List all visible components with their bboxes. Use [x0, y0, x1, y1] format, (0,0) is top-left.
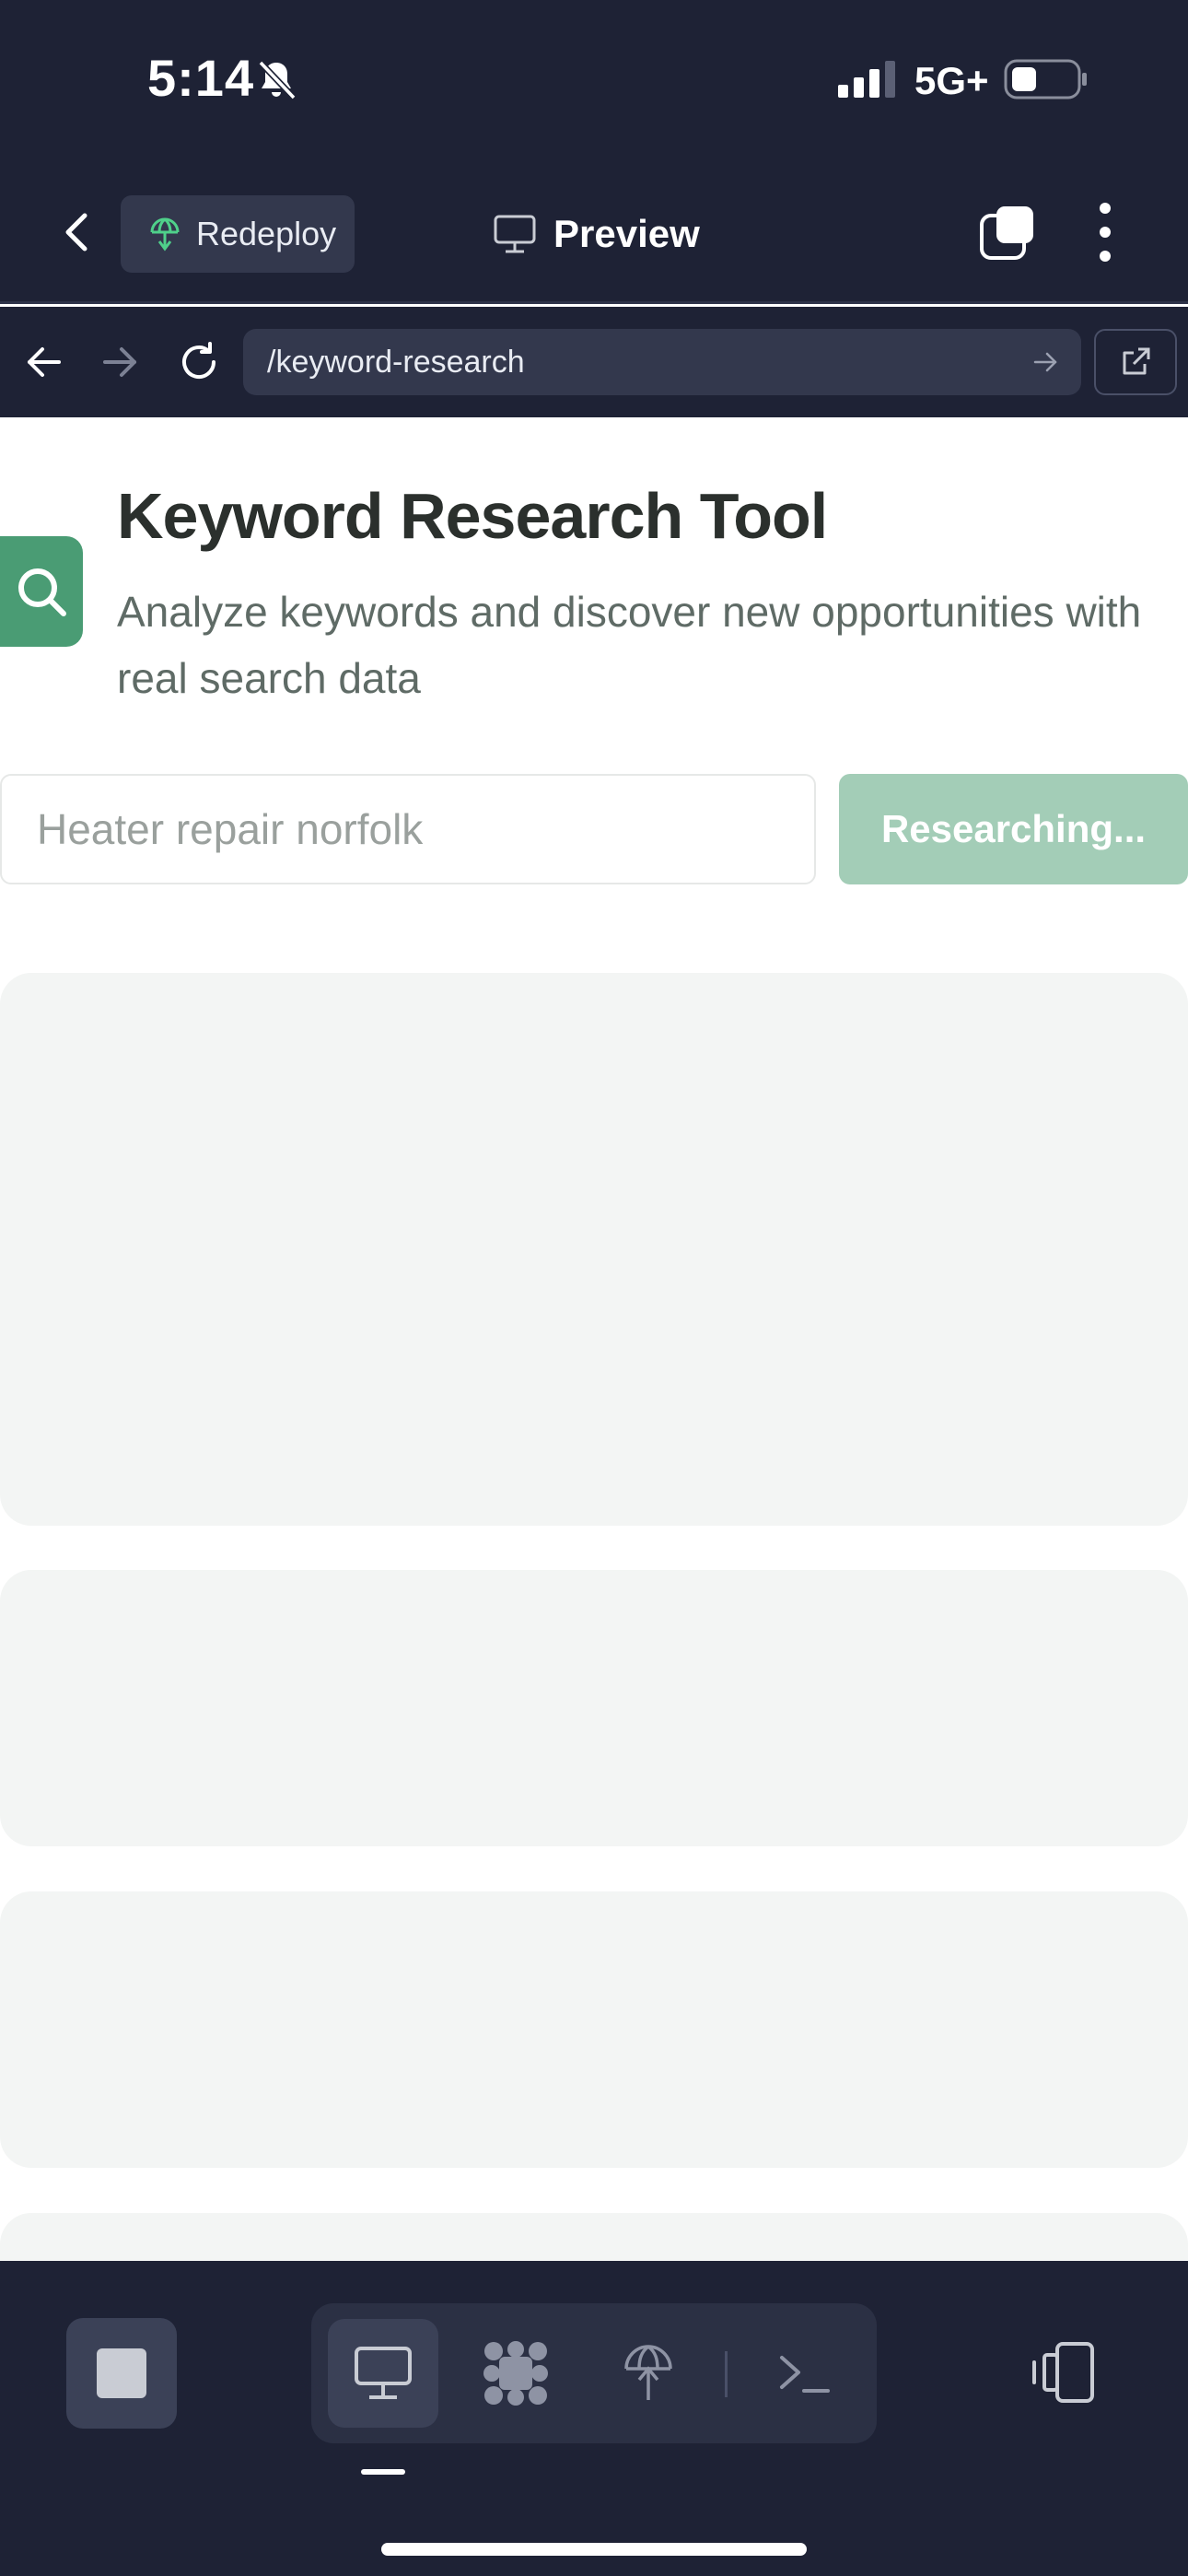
page-subtitle: Analyze keywords and discover new opport…: [117, 588, 1142, 702]
globe-arrow-icon: [150, 217, 180, 252]
app-header: Redeploy Preview: [0, 157, 1188, 304]
loading-skeleton-card: [0, 1570, 1188, 1846]
home-indicator: [381, 2543, 807, 2556]
reload-icon[interactable]: [177, 340, 221, 384]
battery-icon: [1004, 59, 1087, 100]
preview-title: Preview: [493, 206, 700, 262]
url-field[interactable]: /keyword-research: [243, 329, 1081, 395]
console-mode-button[interactable]: [749, 2319, 859, 2428]
browser-bar: /keyword-research: [0, 307, 1188, 417]
external-link-icon: [1123, 347, 1150, 375]
device-rotate-icon[interactable]: [1030, 2340, 1100, 2405]
network-type: 5G+: [914, 59, 989, 102]
more-vertical-icon[interactable]: [1087, 199, 1124, 265]
deploy-mode-button[interactable]: [593, 2319, 704, 2428]
keyword-search-input[interactable]: [0, 774, 816, 884]
arrow-left-icon[interactable]: [22, 340, 66, 384]
arrow-right-icon[interactable]: [1031, 347, 1061, 377]
arrow-right-icon[interactable]: [98, 340, 142, 384]
tabs-icon[interactable]: [978, 203, 1037, 262]
bottom-toolbar: [0, 2261, 1188, 2576]
app-logo: [0, 536, 83, 647]
open-external-button[interactable]: [1094, 329, 1177, 395]
page-title: Keyword Research Tool: [117, 480, 828, 552]
mode-divider: [725, 2351, 728, 2397]
status-time: 5:14: [147, 49, 255, 107]
preview-mode-button[interactable]: [328, 2319, 438, 2428]
loading-skeleton-card: [0, 1891, 1188, 2168]
research-button[interactable]: Researching...: [839, 774, 1188, 884]
active-mode-indicator: [361, 2469, 405, 2475]
redeploy-button[interactable]: Redeploy: [121, 195, 355, 273]
status-bar: 5:14 5G+: [0, 0, 1188, 157]
mode-switcher: [311, 2303, 877, 2443]
preview-label: Preview: [553, 212, 700, 255]
agent-mode-button[interactable]: [460, 2319, 571, 2428]
stop-icon: [97, 2348, 146, 2398]
agent-icon: [483, 2341, 548, 2406]
bell-slash-icon: [258, 60, 297, 100]
search-icon: [18, 568, 66, 616]
deploy-icon: [624, 2345, 672, 2400]
signal-icon: [838, 61, 895, 98]
chevron-left-icon[interactable]: [53, 208, 101, 256]
redeploy-label: Redeploy: [196, 215, 337, 252]
monitor-icon: [355, 2347, 412, 2399]
monitor-icon: [494, 215, 536, 253]
terminal-icon: [780, 2356, 830, 2393]
stop-button[interactable]: [66, 2318, 177, 2429]
url-text: /keyword-research: [267, 344, 525, 380]
loading-skeleton-card: [0, 973, 1188, 1526]
